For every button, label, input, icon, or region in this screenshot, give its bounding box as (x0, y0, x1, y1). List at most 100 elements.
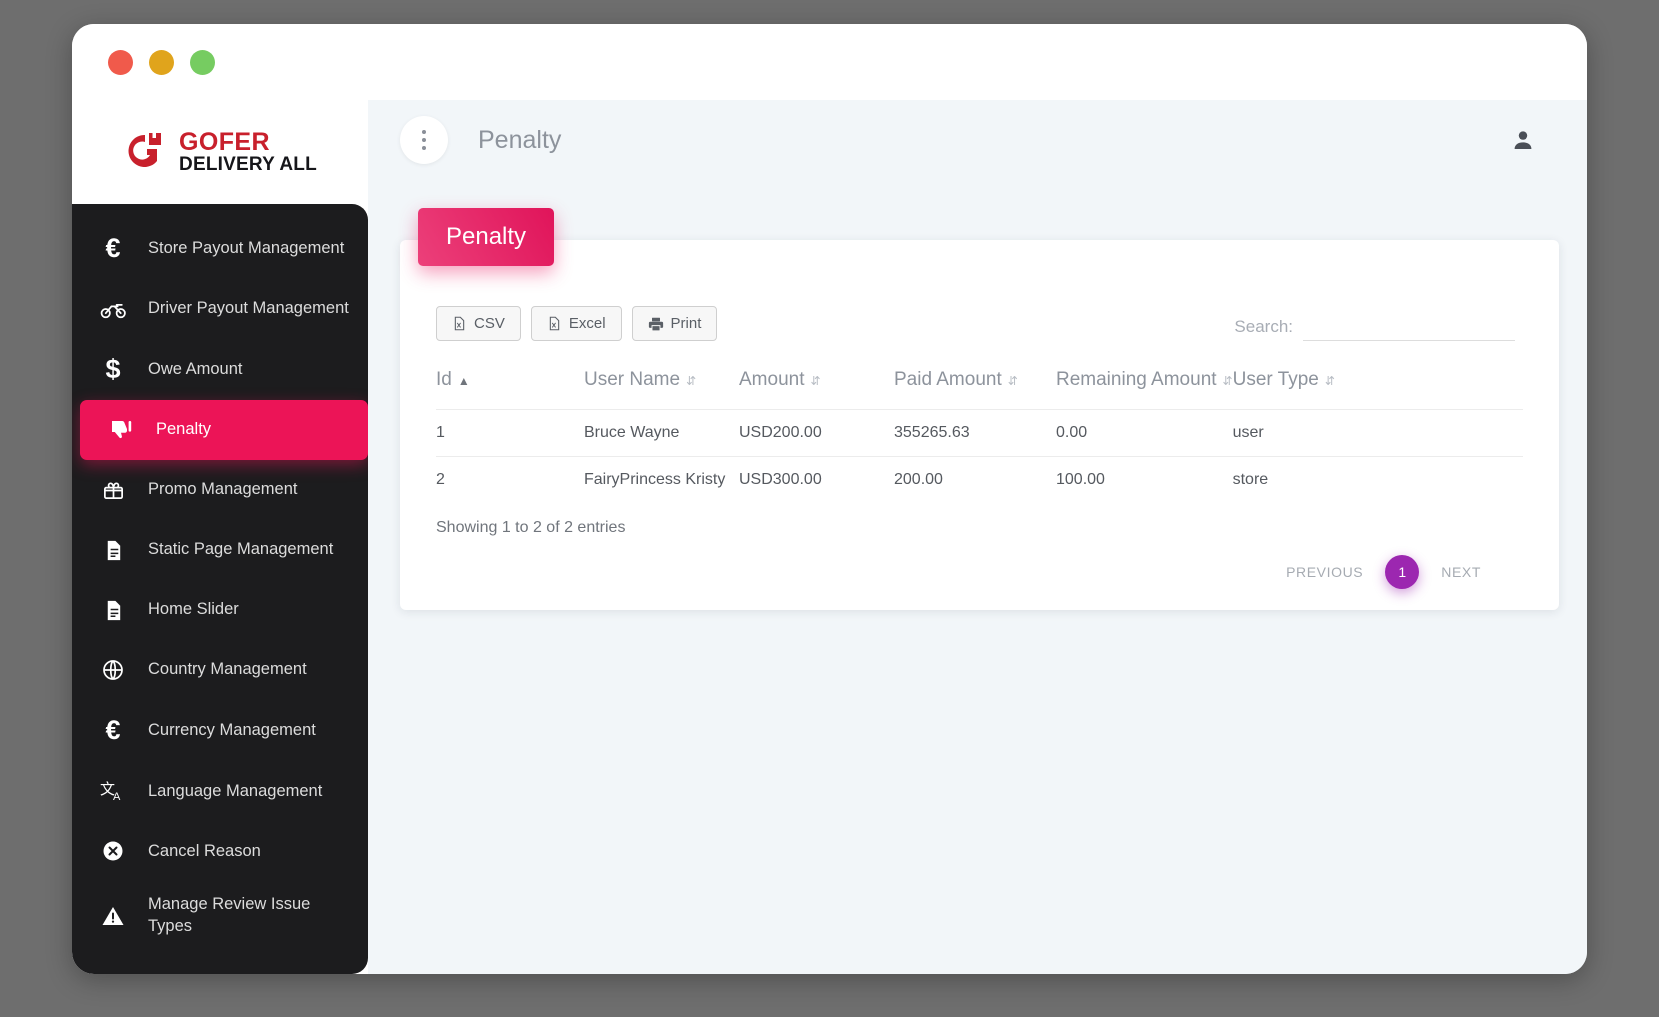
thumbs-down-icon (106, 418, 136, 442)
sidebar-item-cancel-reason[interactable]: Cancel Reason (72, 821, 368, 881)
sort-asc-icon: ▲ (457, 374, 470, 388)
cell-user-type: user (1232, 409, 1523, 457)
gift-icon (98, 479, 128, 502)
cell-id: 1 (436, 409, 584, 457)
euro-icon: € (105, 715, 121, 746)
cell-paid-amount: 200.00 (894, 456, 1056, 503)
cell-id: 2 (436, 456, 584, 503)
cell-remaining-amount: 100.00 (1056, 456, 1233, 503)
sidebar-item-label: Currency Management (148, 721, 316, 740)
cell-user-type: store (1232, 456, 1523, 503)
motorbike-icon (98, 300, 128, 319)
maximize-button[interactable] (190, 49, 215, 75)
sidebar-item-driver-payout-management[interactable]: Driver Payout Management (72, 279, 368, 339)
export-excel-label: Excel (568, 315, 606, 332)
printer-icon (648, 316, 664, 332)
search-input[interactable] (1303, 316, 1515, 341)
close-button[interactable] (108, 49, 133, 75)
pagination: PREVIOUS 1 NEXT (436, 555, 1523, 589)
kebab-menu-icon[interactable] (400, 116, 448, 164)
document-icon (98, 599, 128, 622)
sidebar-item-label: Cancel Reason (148, 841, 261, 860)
sidebar-item-label: Owe Amount (148, 359, 243, 378)
cell-user-name: Bruce Wayne (584, 409, 739, 457)
card-inner: CSV Excel Print Search: Id ▲ User Name ⇵… (400, 240, 1559, 589)
circle-x-icon (98, 839, 128, 863)
excel-file-icon (547, 316, 562, 331)
search-label: Search: (1234, 317, 1293, 336)
sidebar-item-label: Static Page Management (148, 540, 334, 559)
column-header-remaining-amount[interactable]: Remaining Amount ⇵ (1056, 369, 1233, 410)
export-button-group: CSV Excel Print (436, 306, 718, 341)
csv-file-icon (452, 316, 467, 331)
column-header-user-type[interactable]: User Type ⇵ (1233, 369, 1523, 410)
app-window: GOFER DELIVERY ALL € Store Payout Manage… (72, 24, 1587, 974)
entries-summary: Showing 1 to 2 of 2 entries (436, 519, 626, 536)
card-title-badge: Penalty (418, 208, 555, 266)
sidebar-item-language-management[interactable]: 文 A Language Management (72, 761, 368, 821)
desktop-background: GOFER DELIVERY ALL € Store Payout Manage… (0, 0, 1659, 1017)
sidebar-item-label: Manage Review Issue Types (148, 895, 311, 935)
column-label: User Name (584, 369, 681, 390)
export-csv-button[interactable]: CSV (436, 306, 521, 341)
table-row[interactable]: 2 FairyPrincess Kristy USD300.00 200.00 … (436, 456, 1523, 503)
sidebar-item-manage-review-issue-types[interactable]: Manage Review Issue Types (72, 881, 368, 950)
gofer-logo-icon (123, 129, 169, 175)
sidebar-item-label: Promo Management (148, 480, 298, 499)
minimize-button[interactable] (149, 49, 174, 75)
sidebar-nav: € Store Payout Management Driver Payout … (72, 204, 368, 974)
column-label: Remaining Amount (1056, 369, 1217, 390)
pagination-previous[interactable]: PREVIOUS (1286, 564, 1363, 580)
sort-both-icon: ⇵ (686, 374, 697, 388)
main-content: Penalty Penalty CSV Excel Print Search: … (368, 100, 1587, 974)
penalty-card: Penalty CSV Excel Print Search: Id ▲ Use… (400, 208, 1559, 610)
print-label: Print (670, 315, 702, 332)
globe-icon (98, 658, 128, 682)
column-header-paid-amount[interactable]: Paid Amount ⇵ (894, 369, 1056, 410)
sidebar-item-label: Penalty (156, 420, 212, 439)
sidebar-item-label: Store Payout Management (148, 238, 345, 257)
user-icon[interactable] (1511, 128, 1535, 152)
sidebar-item-penalty[interactable]: Penalty (80, 400, 368, 461)
sort-both-icon: ⇵ (1222, 374, 1233, 388)
svg-text:A: A (113, 791, 121, 803)
sidebar-item-static-page-management[interactable]: Static Page Management (72, 520, 368, 580)
euro-icon: € (105, 233, 121, 263)
window-titlebar (72, 24, 1587, 100)
sidebar-item-store-payout-management[interactable]: € Store Payout Management (72, 218, 368, 279)
window-body: GOFER DELIVERY ALL € Store Payout Manage… (72, 100, 1587, 974)
sidebar-item-label: Home Slider (148, 600, 239, 619)
search-area: Search: (1234, 316, 1523, 341)
sidebar: GOFER DELIVERY ALL € Store Payout Manage… (72, 100, 368, 974)
export-excel-button[interactable]: Excel (530, 306, 622, 341)
column-header-id[interactable]: Id ▲ (436, 369, 584, 410)
column-label: Paid Amount (894, 369, 1002, 390)
sidebar-item-country-management[interactable]: Country Management (72, 640, 368, 700)
cell-amount: USD300.00 (739, 456, 894, 503)
content-topbar: Penalty (368, 100, 1587, 180)
pagination-next[interactable]: NEXT (1441, 564, 1481, 580)
sidebar-item-owe-amount[interactable]: $ Owe Amount (72, 339, 368, 400)
pagination-page-1[interactable]: 1 (1385, 555, 1420, 589)
sidebar-item-label: Country Management (148, 660, 307, 679)
sidebar-item-home-slider[interactable]: Home Slider (72, 580, 368, 640)
table-header-row: Id ▲ User Name ⇵ Amount ⇵ Paid Amount ⇵ … (436, 369, 1523, 410)
sort-both-icon: ⇵ (1007, 374, 1018, 388)
column-header-user-name[interactable]: User Name ⇵ (584, 369, 739, 410)
cell-paid-amount: 355265.63 (894, 409, 1056, 457)
column-header-amount[interactable]: Amount ⇵ (739, 369, 894, 410)
sidebar-item-label: Language Management (148, 781, 323, 800)
sort-both-icon: ⇵ (810, 374, 821, 388)
sidebar-item-label: Driver Payout Management (148, 299, 349, 318)
print-button[interactable]: Print (631, 306, 718, 341)
table-header: Id ▲ User Name ⇵ Amount ⇵ Paid Amount ⇵ … (436, 369, 1523, 410)
column-label: Amount (739, 369, 805, 390)
brand-logo[interactable]: GOFER DELIVERY ALL (72, 100, 368, 204)
sidebar-item-promo-management[interactable]: Promo Management (72, 460, 368, 520)
column-label: Id (436, 369, 452, 390)
brand-name-primary: GOFER (179, 127, 270, 156)
table-row[interactable]: 1 Bruce Wayne USD200.00 355265.63 0.00 u… (436, 409, 1523, 457)
document-icon (98, 539, 128, 562)
sidebar-item-currency-management[interactable]: € Currency Management (72, 700, 368, 761)
cell-remaining-amount: 0.00 (1056, 409, 1233, 457)
